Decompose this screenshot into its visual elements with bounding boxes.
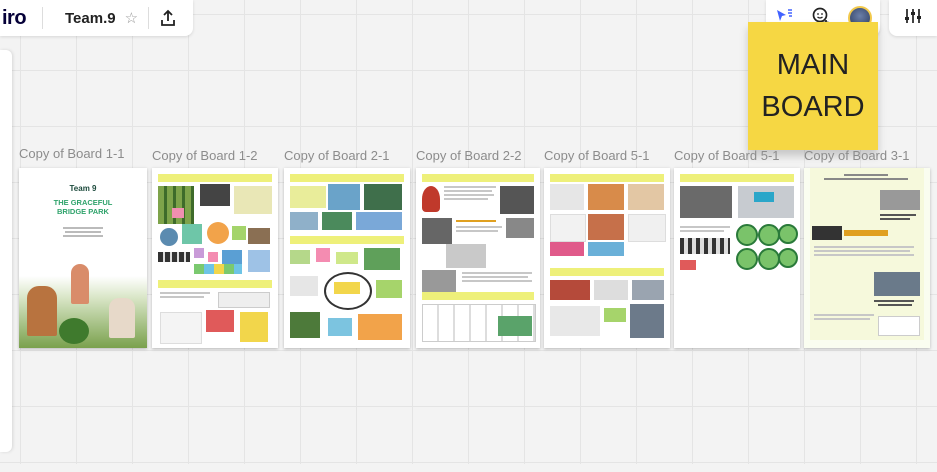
cover-photo-person xyxy=(71,264,89,304)
board-label[interactable]: Copy of Board 5-1 xyxy=(674,148,780,163)
board-frame[interactable] xyxy=(152,168,278,348)
cover-photo-person xyxy=(27,286,57,336)
settings-toolbar xyxy=(889,0,937,36)
cover-title-line: THE GRACEFUL xyxy=(53,198,113,207)
board-frame[interactable] xyxy=(284,168,410,348)
board-label[interactable]: Copy of Board 2-1 xyxy=(284,148,390,163)
sticky-note-main-board[interactable]: MAIN BOARD xyxy=(748,22,878,150)
toolbar-divider xyxy=(42,7,43,29)
board-title[interactable]: Team.9 xyxy=(65,10,116,27)
board-frame[interactable] xyxy=(416,168,540,348)
sticky-note-line: BOARD xyxy=(761,91,865,123)
board-label[interactable]: Copy of Board 1-1 xyxy=(19,146,125,161)
board-label[interactable]: Copy of Board 3-1 xyxy=(804,148,910,163)
canvas-bottom-edge xyxy=(0,464,937,472)
left-side-panel[interactable] xyxy=(0,50,12,452)
board-frame[interactable]: Team 9 THE GRACEFUL BRIDGE PARK xyxy=(19,168,147,348)
toolbar-divider xyxy=(148,7,150,29)
upload-icon[interactable] xyxy=(159,9,177,27)
cover-title: THE GRACEFUL BRIDGE PARK xyxy=(19,198,147,216)
board-frame[interactable] xyxy=(804,168,930,348)
sticky-note-line: MAIN xyxy=(776,49,850,81)
sliders-icon[interactable] xyxy=(903,7,923,30)
cover-title-line: BRIDGE PARK xyxy=(57,207,109,216)
board-label[interactable]: Copy of Board 2-2 xyxy=(416,148,522,163)
cover-team-heading: Team 9 xyxy=(69,184,97,193)
cover-photo-plant xyxy=(59,318,89,344)
star-icon[interactable]: ☆ xyxy=(125,9,138,27)
cover-photo-person xyxy=(109,298,135,338)
cover-member-list xyxy=(59,226,107,240)
board-frame[interactable] xyxy=(544,168,670,348)
board-label[interactable]: Copy of Board 1-2 xyxy=(152,148,258,163)
top-left-toolbar: iro Team.9 ☆ xyxy=(0,0,193,36)
app-logo[interactable]: iro xyxy=(2,7,42,30)
board-frame[interactable] xyxy=(674,168,800,348)
board-label[interactable]: Copy of Board 5-1 xyxy=(544,148,650,163)
